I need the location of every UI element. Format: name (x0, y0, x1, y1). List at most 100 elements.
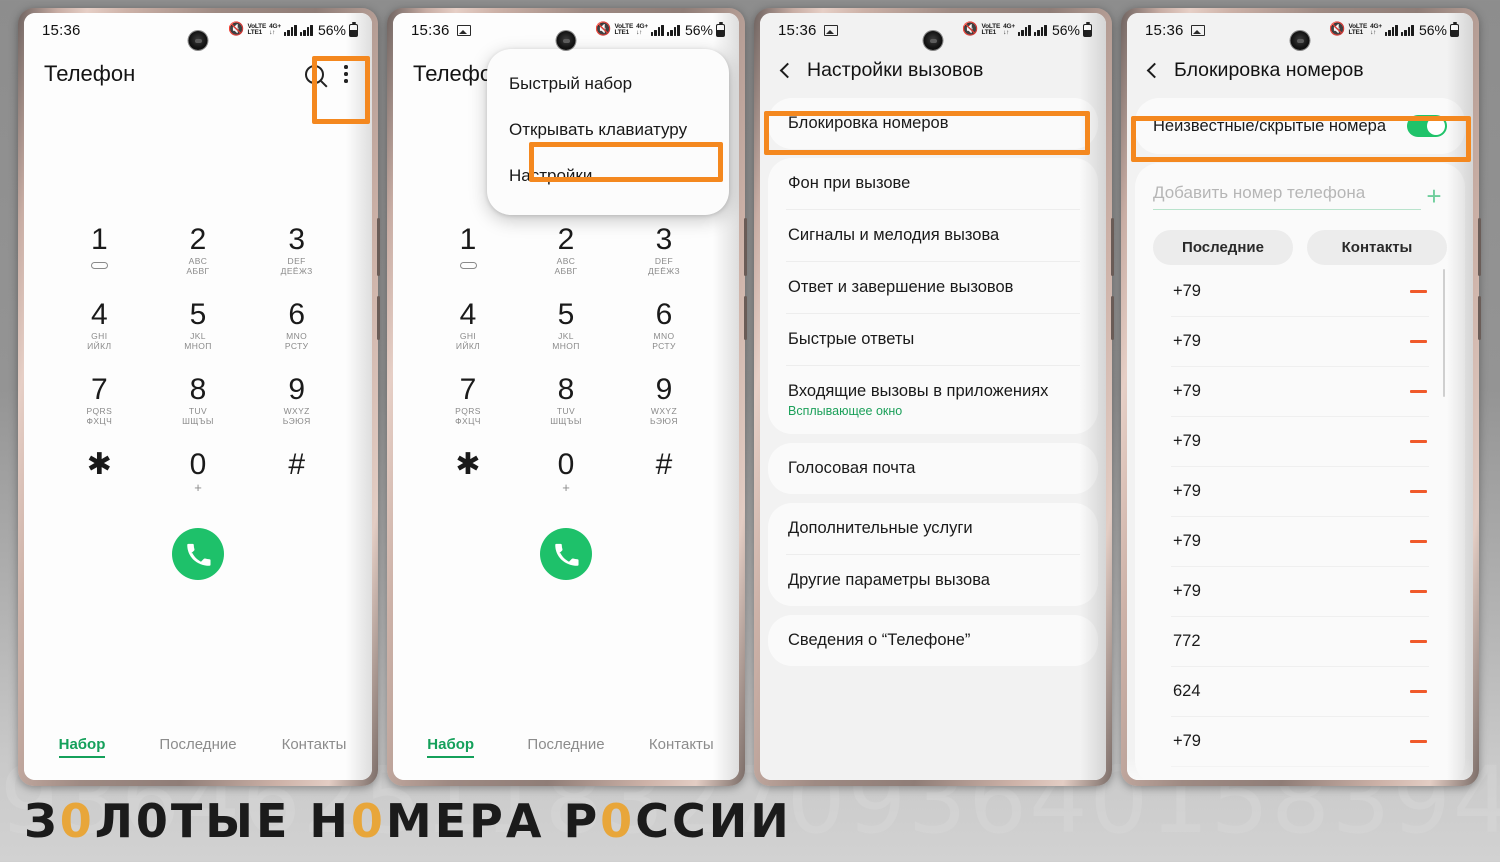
key-digit: # (655, 448, 673, 481)
unknown-numbers-row[interactable]: Неизвестные/скрытые номера (1153, 112, 1447, 140)
dial-key[interactable]: 2 ABC АБВГ (517, 221, 615, 279)
dial-key[interactable]: ✱ (50, 446, 149, 504)
dial-key[interactable]: 3 DEF ДЕЁЖЗ (247, 221, 346, 279)
settings-row-ringtone[interactable]: Сигналы и мелодия вызова (786, 210, 1080, 262)
signal-bars-sim1 (1017, 24, 1031, 36)
status-icons: 🔇 VoLTE LTE1 4G+ ↓↑ 56% (962, 21, 1092, 38)
dial-key[interactable]: 6 MNO РСТУ (615, 296, 713, 354)
key-digit: ✱ (455, 448, 481, 481)
list-scrollbar[interactable] (1442, 269, 1445, 397)
unknown-numbers-toggle[interactable] (1407, 115, 1447, 137)
blocked-number-row[interactable]: 624 (1171, 667, 1429, 717)
tab-contacts[interactable]: Контакты (256, 736, 372, 753)
minus-icon[interactable] (1410, 340, 1427, 343)
key-cyrillic: ЬЭЮЯ (282, 415, 311, 426)
menu-item-open-keypad[interactable]: Открывать клавиатуру (487, 107, 729, 153)
menu-item-settings[interactable]: Настройки (487, 153, 729, 199)
settings-row-voicemail[interactable]: Голосовая почта (786, 443, 1080, 494)
dial-key[interactable]: ✱ (419, 446, 517, 504)
dial-key[interactable]: 7 PQRS ФХЦЧ (50, 371, 149, 429)
search-icon[interactable] (305, 64, 324, 84)
dial-key[interactable]: 6 MNO РСТУ (247, 296, 346, 354)
volume-button (744, 218, 747, 276)
blocked-number-row[interactable]: +79 (1171, 267, 1429, 317)
dial-key[interactable]: 1 (419, 221, 517, 279)
add-number-input[interactable]: Добавить номер телефона (1153, 183, 1421, 210)
minus-icon[interactable] (1410, 640, 1427, 643)
minus-icon[interactable] (1410, 740, 1427, 743)
phone-panel-3: 15:36 🔇 VoLTE LTE1 4G+ ↓↑ 56% Настройки … (754, 8, 1114, 786)
signal-bars-sim1 (650, 24, 664, 36)
key-cyrillic: МНОП (552, 340, 580, 351)
dial-key[interactable]: 4 GHI ИЙКЛ (419, 296, 517, 354)
status-icons: 🔇 VoLTE LTE1 4G+ ↓↑ 56% (228, 21, 358, 38)
dial-key[interactable]: 4 GHI ИЙКЛ (50, 296, 149, 354)
dial-key[interactable]: 9 WXYZ ЬЭЮЯ (615, 371, 713, 429)
settings-scroll-area: Настройки вызовов Блокировка номеров Фон… (760, 47, 1106, 780)
dial-key[interactable]: # (615, 446, 713, 504)
blocked-numbers-area: Блокировка номеров Неизвестные/скрытые н… (1127, 47, 1473, 780)
call-button[interactable] (540, 528, 592, 580)
kebab-menu-icon[interactable] (332, 57, 360, 91)
dial-key[interactable]: 0 + (517, 446, 615, 504)
minus-icon[interactable] (1410, 290, 1427, 293)
tab-recent[interactable]: Последние (508, 736, 623, 753)
minus-icon[interactable] (1410, 590, 1427, 593)
settings-row-about-phone[interactable]: Сведения о “Телефоне” (786, 615, 1080, 666)
dial-key[interactable]: 7 PQRS ФХЦЧ (419, 371, 517, 429)
dial-key[interactable]: 0 + (149, 446, 248, 504)
blocked-number-row[interactable]: +79 (1171, 567, 1429, 617)
dial-key[interactable]: 2 ABC АБВГ (149, 221, 248, 279)
settings-row-other-call-params[interactable]: Другие параметры вызова (786, 555, 1080, 606)
blocked-number-row[interactable]: +79 (1171, 517, 1429, 567)
tab-contacts[interactable]: Контакты (624, 736, 739, 753)
voicemail-icon (90, 261, 108, 269)
dial-key[interactable]: 5 JKL МНОП (517, 296, 615, 354)
status-time: 15:36 (1145, 21, 1184, 39)
back-chevron-icon[interactable] (1146, 62, 1163, 79)
settings-row-block-numbers[interactable]: Блокировка номеров (786, 98, 1080, 149)
settings-row-call-background[interactable]: Фон при вызове (786, 158, 1080, 210)
blocked-number-row[interactable]: +79 (1171, 467, 1429, 517)
volte-icon: VoLTE LTE1 (981, 22, 1001, 36)
minus-icon[interactable] (1410, 490, 1427, 493)
key-digit: 0 (557, 448, 575, 481)
settings-row-answer-end[interactable]: Ответ и завершение вызовов (786, 262, 1080, 314)
minus-icon[interactable] (1410, 540, 1427, 543)
dial-key[interactable]: 5 JKL МНОП (149, 296, 248, 354)
blocked-number-row[interactable]: 772 (1171, 617, 1429, 667)
settings-row-extra-services[interactable]: Дополнительные услуги (786, 503, 1080, 555)
menu-item-speed-dial[interactable]: Быстрый набор (487, 61, 729, 107)
watermark-zero: 0 (600, 794, 636, 848)
tab-dialer[interactable]: Набор (393, 736, 508, 758)
dial-key[interactable]: # (247, 446, 346, 504)
tab-recent[interactable]: Последние (140, 736, 256, 753)
dial-key[interactable]: 1 (50, 221, 149, 279)
key-latin: ABC (556, 255, 576, 266)
minus-icon[interactable] (1410, 690, 1427, 693)
key-digit: 5 (189, 298, 207, 331)
dial-key[interactable]: 9 WXYZ ЬЭЮЯ (247, 371, 346, 429)
call-button[interactable] (172, 528, 224, 580)
blocked-number-row[interactable]: +79 (1171, 367, 1429, 417)
chip-recent[interactable]: Последние (1153, 230, 1293, 265)
plus-icon[interactable]: + (1421, 183, 1447, 210)
key-cyrillic: ФХЦЧ (86, 415, 113, 426)
settings-row-quick-replies[interactable]: Быстрые ответы (786, 314, 1080, 366)
dialpad-spacer (24, 101, 372, 221)
minus-icon[interactable] (1410, 440, 1427, 443)
mute-icon: 🔇 (1329, 21, 1346, 36)
minus-icon[interactable] (1410, 390, 1427, 393)
dial-key[interactable]: 8 TUV ШЩЪЫ (517, 371, 615, 429)
settings-row-incalls-in-apps[interactable]: Входящие вызовы в приложениях Всплывающе… (786, 366, 1080, 434)
settings-card-block: Блокировка номеров (768, 98, 1098, 149)
chip-contacts[interactable]: Контакты (1307, 230, 1447, 265)
dial-key[interactable]: 8 TUV ШЩЪЫ (149, 371, 248, 429)
blocked-number-row[interactable]: +79 (1171, 317, 1429, 367)
tab-dialer[interactable]: Набор (24, 736, 140, 758)
dial-key[interactable]: 3 DEF ДЕЁЖЗ (615, 221, 713, 279)
blocked-number-row[interactable]: +79 (1171, 417, 1429, 467)
key-latin: PQRS (455, 405, 481, 416)
back-chevron-icon[interactable] (779, 62, 796, 79)
blocked-number-row[interactable]: +79 (1171, 717, 1429, 767)
